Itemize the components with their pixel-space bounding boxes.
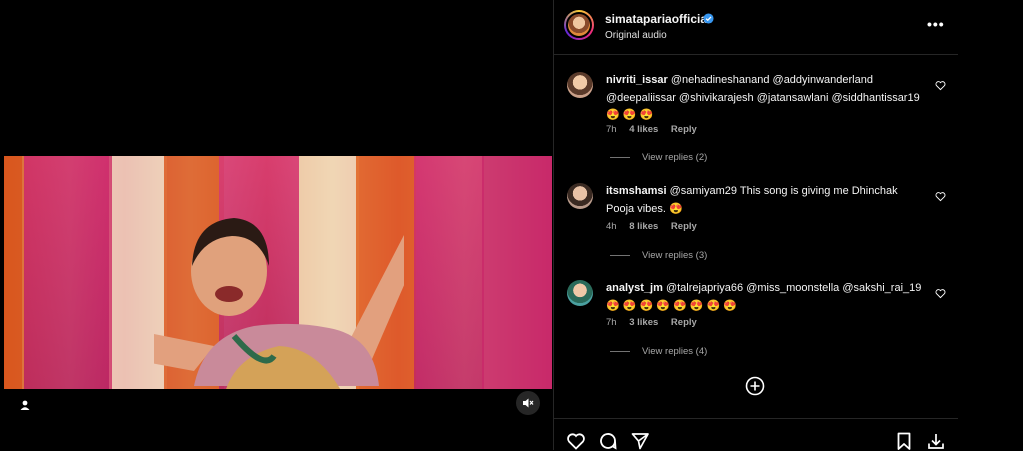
reply-button[interactable]: Reply: [671, 317, 697, 328]
drape: [24, 156, 109, 389]
comment-time: 4h: [606, 221, 617, 232]
user-icon[interactable]: [19, 399, 31, 411]
comment-text: analyst_jm @talrejapriya66 @miss_moonste…: [606, 280, 924, 315]
comment-username[interactable]: analyst_jm: [606, 282, 663, 294]
reply-button[interactable]: Reply: [671, 221, 697, 232]
comment-likes[interactable]: 3 likes: [629, 317, 658, 328]
view-replies-label: View replies (2): [642, 152, 708, 163]
replies-line: [610, 157, 630, 158]
replies-line: [610, 255, 630, 256]
comment-time: 7h: [606, 124, 617, 135]
audio-label[interactable]: Original audio: [605, 30, 667, 41]
avatar[interactable]: [564, 10, 594, 40]
plus-circle-icon[interactable]: [745, 376, 765, 396]
avatar[interactable]: [567, 183, 593, 209]
heart-icon[interactable]: [935, 80, 946, 91]
performer-figure: [154, 218, 404, 389]
reply-button[interactable]: Reply: [671, 124, 697, 135]
view-replies-label: View replies (4): [642, 346, 708, 357]
heart-icon[interactable]: [935, 191, 946, 202]
avatar[interactable]: [567, 72, 593, 98]
comment-meta: 7h 3 likes Reply: [606, 317, 707, 328]
verified-badge-icon: [703, 13, 714, 24]
post-username[interactable]: simatapariaofficial: [605, 12, 710, 26]
heart-icon[interactable]: [935, 288, 946, 299]
comment-likes[interactable]: 8 likes: [629, 221, 658, 232]
post-header: simatapariaofficial Original audio •••: [554, 0, 958, 55]
comments-panel: simatapariaofficial Original audio ••• n…: [554, 0, 958, 450]
comment-username[interactable]: nivriti_issar: [606, 74, 668, 86]
comment-time: 7h: [606, 317, 617, 328]
more-options-button[interactable]: •••: [927, 16, 945, 32]
view-replies-button[interactable]: View replies (2): [610, 152, 707, 163]
drape: [482, 156, 552, 389]
video-pane: [0, 0, 553, 450]
comment-likes[interactable]: 4 likes: [629, 124, 658, 135]
view-replies-button[interactable]: View replies (3): [610, 250, 707, 261]
share-icon[interactable]: [630, 431, 650, 451]
drape: [414, 156, 484, 389]
heart-icon[interactable]: [566, 431, 586, 451]
bookmark-icon[interactable]: [894, 431, 914, 451]
replies-line: [610, 351, 630, 352]
comment-icon[interactable]: [598, 431, 618, 451]
mute-button[interactable]: [516, 391, 540, 415]
drape: [4, 156, 22, 389]
comment-meta: 4h 8 likes Reply: [606, 221, 707, 232]
view-replies-label: View replies (3): [642, 250, 708, 261]
action-bar: [554, 418, 958, 451]
comment-meta: 7h 4 likes Reply: [606, 124, 707, 135]
comment-username[interactable]: itsmshamsi: [606, 185, 667, 197]
speaker-muted-icon: [523, 398, 534, 408]
download-icon[interactable]: [926, 431, 946, 451]
avatar[interactable]: [567, 280, 593, 306]
comment-text: itsmshamsi @samiyam29 This song is givin…: [606, 183, 924, 218]
view-replies-button[interactable]: View replies (4): [610, 346, 707, 357]
comment-text: nivriti_issar @nehadineshanand @addyinwa…: [606, 72, 924, 125]
video-player[interactable]: [4, 156, 552, 389]
